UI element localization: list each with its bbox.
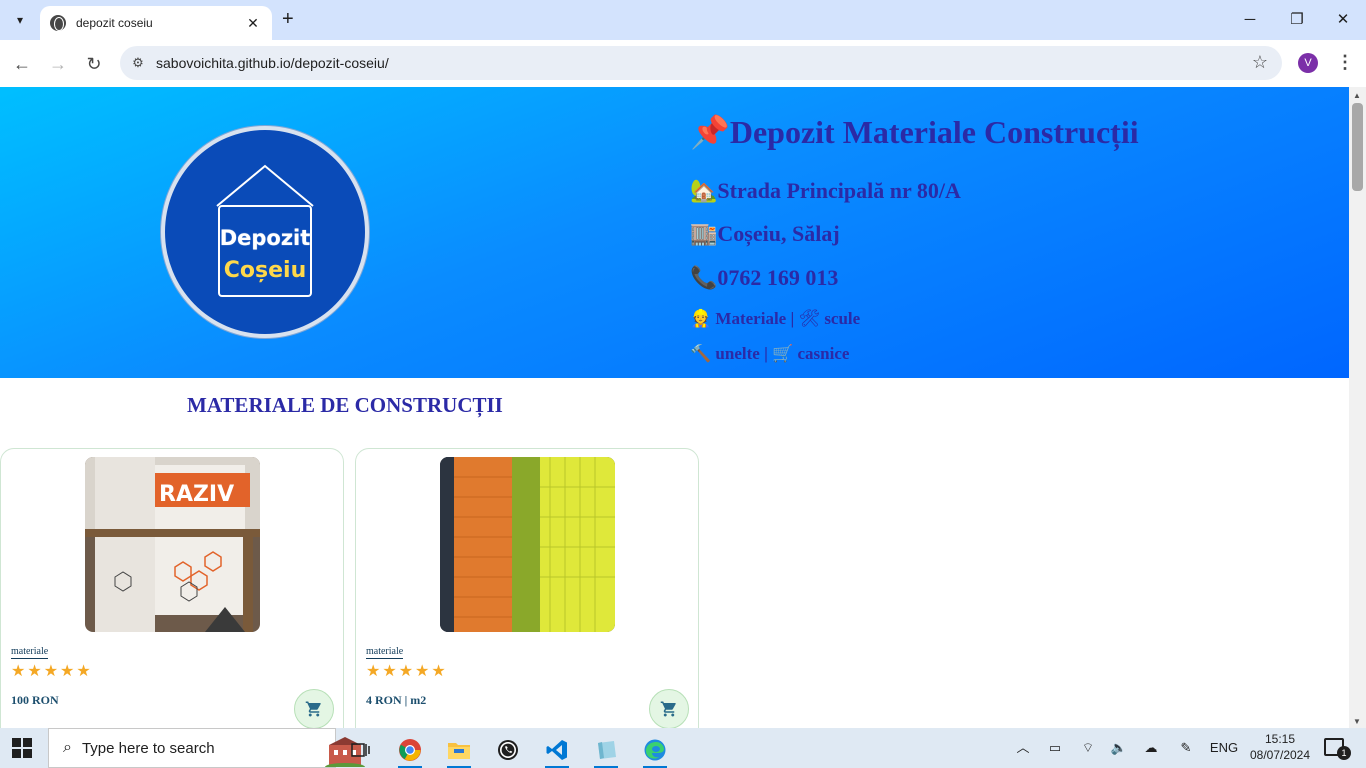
tools-icon: 🛠 [798,309,821,329]
scroll-down-arrow-icon[interactable]: ▼ [1353,717,1361,726]
taskbar-search-box[interactable]: ⌕ Type here to search [48,728,365,768]
category-links-row-2: 🔨 unelte | 🛒 casnice [690,344,849,364]
site-settings-icon[interactable]: ⚙ [120,55,156,71]
url-text[interactable]: sabovoichita.github.io/depozit-coseiu/ [156,55,389,71]
product-photo-label: RAZIV [159,482,234,507]
page-scrollbar[interactable]: ▲ ▼ [1349,87,1366,728]
cart-icon [660,701,676,717]
rating-stars-icon: ★★★★★ [11,663,93,680]
shopping-cart-icon: 🛒 [772,344,794,364]
scule-link[interactable]: scule [824,309,860,328]
product-image[interactable] [440,457,615,632]
address-text: Strada Principală nr 80/A [717,178,961,203]
logo-text-depozit: Depozit [219,226,311,250]
edge-icon[interactable] [635,732,675,768]
unelte-link[interactable]: unelte [715,344,759,363]
scroll-up-arrow-icon[interactable]: ▲ [1353,91,1361,100]
logo-text-coseiu: Coșeiu [223,258,307,283]
window-close-icon[interactable]: ✕ [1323,8,1363,32]
city-line: 🏬Coșeiu, Sălaj [690,221,840,247]
restore-icon[interactable]: ❐ [1277,8,1317,32]
materiale-link[interactable]: Materiale [715,309,786,328]
chrome-icon[interactable] [390,732,430,768]
casnice-link[interactable]: casnice [797,344,849,363]
reload-icon[interactable]: ↻ [80,50,108,78]
tab-title: depozit coseiu [76,16,153,30]
product-price: 4 RON | m2 [366,693,427,707]
page-title-text: Depozit Materiale Construcții [729,114,1139,150]
store-building-icon: 🏬 [690,222,718,247]
volume-icon[interactable]: 🔈 [1108,728,1130,768]
tab-search-chevron-icon[interactable]: ▾ [6,6,34,34]
browser-tab-bar: ▾ depozit coseiu ✕ + ─ ❐ ✕ [0,0,1366,40]
store-logo: Depozit Coșeiu [161,126,369,338]
product-category[interactable]: materiale [366,646,404,659]
scrollbar-thumb[interactable] [1352,103,1363,191]
hero-banner: Depozit Coșeiu 📌Depozit Materiale Constr… [0,87,1349,378]
product-price: 100 RON [11,693,59,707]
windows-start-icon[interactable] [12,738,32,758]
clock-date: 08/07/2024 [1249,748,1311,762]
notifications-icon[interactable]: 1 [1324,738,1351,760]
product-card[interactable]: materiale ★★★★★ 4 RON | m2 [355,448,699,728]
close-tab-icon[interactable]: ✕ [244,15,262,32]
back-arrow-icon[interactable]: ← [8,50,36,78]
globe-icon [50,15,66,31]
phone-line: 📞0762 169 013 [690,265,838,291]
whatsapp-icon[interactable] [488,732,528,768]
clock-time: 15:15 [1264,732,1296,746]
file-explorer-icon[interactable] [439,732,479,768]
forward-arrow-icon[interactable]: → [44,50,72,78]
hammer-icon: 🔨 [690,344,712,364]
onedrive-icon[interactable]: ☁ [1140,728,1162,768]
bookmark-star-icon[interactable]: ☆ [1252,52,1268,73]
product-category[interactable]: materiale [11,646,49,659]
rating-stars-icon: ★★★★★ [366,663,448,680]
task-view-icon[interactable] [340,732,380,768]
vscode-icon[interactable] [537,732,577,768]
windows-taskbar: ⌕ Type here to search ︿ ▭ ⌔ 🔈 ☁ ✎ ENG 15… [0,728,1366,768]
separator: | [764,344,768,363]
city-text: Coșeiu, Sălaj [717,221,840,246]
taskbar-search-placeholder[interactable]: Type here to search [82,740,215,757]
notes-app-icon[interactable] [586,732,626,768]
add-to-cart-button[interactable] [294,689,334,728]
house-icon: 🏡 [690,179,718,204]
menu-kebab-icon[interactable]: ⋮ [1336,52,1354,73]
network-icon[interactable]: ⌔ [1077,728,1099,768]
new-tab-plus-icon[interactable]: + [282,9,294,29]
phone-icon: 📞 [690,266,718,291]
pen-icon[interactable]: ✎ [1175,728,1197,768]
phone-text[interactable]: 0762 169 013 [717,265,838,290]
address-bar[interactable]: ⚙ sabovoichita.github.io/depozit-coseiu/… [120,46,1282,80]
notification-count: 1 [1337,746,1351,760]
profile-avatar[interactable]: V [1298,53,1318,73]
construction-worker-icon: 👷 [690,309,712,329]
section-title: MATERIALE DE CONSTRUCȚII [187,393,503,417]
cart-icon [305,701,321,717]
page-viewport: Depozit Coșeiu 📌Depozit Materiale Constr… [0,87,1349,728]
address-line: 🏡Strada Principală nr 80/A [690,178,961,204]
page-title: 📌Depozit Materiale Construcții [690,113,1139,151]
add-to-cart-button[interactable] [649,689,689,728]
category-links-row-1: 👷 Materiale | 🛠 scule [690,309,860,329]
browser-toolbar: ← → ↻ ⚙ sabovoichita.github.io/depozit-c… [0,40,1366,87]
system-clock[interactable]: 15:15 08/07/2024 [1240,731,1320,763]
tray-overflow-chevron-icon[interactable]: ︿ [1012,728,1034,768]
product-image[interactable]: RAZIV [85,457,260,632]
separator: | [790,309,795,328]
product-card[interactable]: RAZIV materiale ★★★★★ 100 RON [0,448,344,728]
browser-tab[interactable]: depozit coseiu ✕ [40,6,272,40]
search-icon: ⌕ [63,739,72,756]
battery-icon[interactable]: ▭ [1044,728,1066,768]
minimize-icon[interactable]: ─ [1230,8,1270,32]
pushpin-icon: 📌 [690,113,730,151]
language-indicator[interactable]: ENG [1207,728,1241,768]
